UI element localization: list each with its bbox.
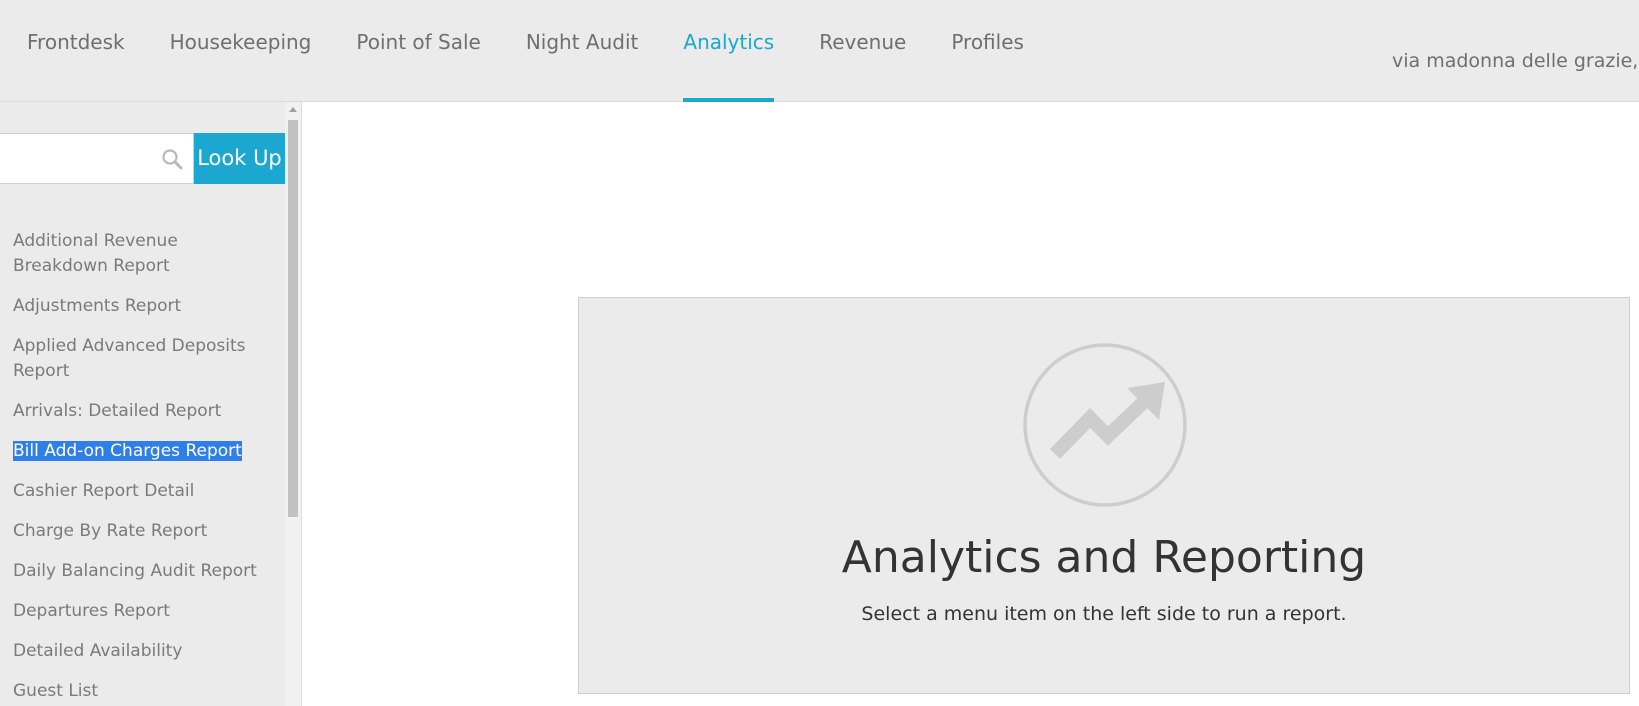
report-item-arrivals-detailed[interactable]: Arrivals: Detailed Report	[13, 399, 273, 424]
empty-state-panel: Analytics and Reporting Select a menu it…	[578, 297, 1630, 694]
report-item-label: Daily Balancing Audit Report	[13, 561, 257, 581]
report-sidebar: Look Up Additional Revenue Breakdown Rep…	[0, 102, 302, 706]
scroll-up-arrow-icon[interactable]	[289, 107, 297, 112]
report-item-adjustments[interactable]: Adjustments Report	[13, 294, 273, 319]
tab-housekeeping[interactable]: Housekeeping	[170, 0, 312, 102]
sidebar-scrollbar[interactable]	[285, 102, 301, 706]
tab-point-of-sale[interactable]: Point of Sale	[356, 0, 480, 102]
report-item-label: Bill Add-on Charges Report	[13, 441, 242, 461]
report-item-label: Charge By Rate Report	[13, 521, 208, 541]
property-address[interactable]: via madonna delle grazie,	[1392, 50, 1638, 72]
report-item-label: Arrivals: Detailed Report	[13, 401, 222, 421]
tab-revenue[interactable]: Revenue	[819, 0, 906, 102]
search-input[interactable]	[0, 134, 149, 183]
page-title: Analytics and Reporting	[841, 532, 1367, 583]
tab-frontdesk[interactable]: Frontdesk	[27, 0, 125, 102]
report-item-label: Detailed Availability	[13, 641, 183, 661]
report-list: Additional Revenue Breakdown Report Adju…	[13, 229, 273, 706]
search-box	[0, 133, 194, 184]
report-item-departures[interactable]: Departures Report	[13, 599, 273, 624]
main-nav: Frontdesk Housekeeping Point of Sale Nig…	[27, 0, 1069, 102]
report-item-daily-balancing-audit[interactable]: Daily Balancing Audit Report	[13, 559, 273, 584]
main-content: Analytics and Reporting Select a menu it…	[302, 102, 1639, 706]
trending-up-icon	[1023, 343, 1187, 507]
tab-profiles[interactable]: Profiles	[951, 0, 1024, 102]
page-subtitle: Select a menu item on the left side to r…	[861, 603, 1347, 625]
report-item-label: Cashier Report Detail	[13, 481, 195, 501]
tab-night-audit[interactable]: Night Audit	[526, 0, 639, 102]
report-item-applied-advanced-deposits[interactable]: Applied Advanced Deposits Report	[13, 334, 273, 384]
report-item-label: Additional Revenue Breakdown Report	[13, 231, 178, 276]
report-item-detailed-availability[interactable]: Detailed Availability	[13, 639, 273, 664]
report-item-bill-add-on-charges[interactable]: Bill Add-on Charges Report	[13, 439, 273, 464]
report-item-cashier-report-detail[interactable]: Cashier Report Detail	[13, 479, 273, 504]
report-item-label: Guest List	[13, 681, 99, 701]
report-item-label: Departures Report	[13, 601, 170, 621]
report-item-charge-by-rate[interactable]: Charge By Rate Report	[13, 519, 273, 544]
look-up-button[interactable]: Look Up	[194, 133, 285, 184]
tab-analytics[interactable]: Analytics	[683, 0, 774, 102]
top-navigation-bar: Frontdesk Housekeeping Point of Sale Nig…	[0, 0, 1639, 102]
report-item-label: Applied Advanced Deposits Report	[13, 336, 246, 381]
report-item-label: Adjustments Report	[13, 296, 182, 316]
report-item-additional-revenue-breakdown[interactable]: Additional Revenue Breakdown Report	[13, 229, 273, 279]
scrollbar-thumb[interactable]	[288, 120, 298, 517]
search-icon[interactable]	[161, 148, 183, 170]
report-item-guest-list[interactable]: Guest List	[13, 679, 273, 704]
